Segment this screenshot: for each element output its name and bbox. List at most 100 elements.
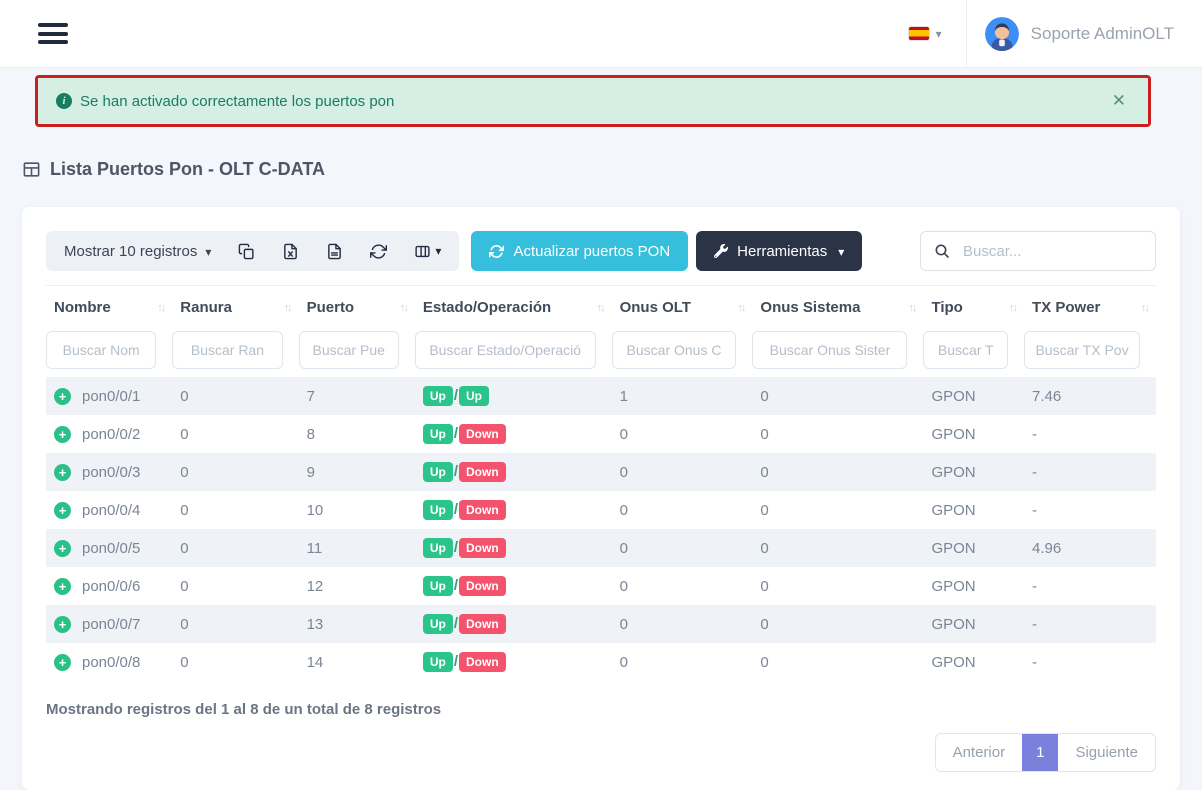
table-toolbar: Mostrar 10 registros: [46, 231, 1156, 271]
update-pon-ports-button[interactable]: Actualizar puertos PON: [471, 231, 688, 271]
copy-icon[interactable]: [238, 243, 255, 260]
sort-icon[interactable]: [157, 302, 164, 314]
user-menu[interactable]: Soporte AdminOLT: [967, 17, 1202, 51]
column-header-ranura[interactable]: Ranura: [172, 286, 298, 328]
filter-input-onus-sistema[interactable]: [752, 331, 907, 369]
filter-input-ranura[interactable]: [172, 331, 282, 369]
cell-tx-power: 7.46: [1024, 377, 1156, 415]
cell-ranura: 0: [172, 453, 298, 491]
column-header-tipo[interactable]: Tipo: [923, 286, 1024, 328]
badge-separator: [454, 463, 458, 480]
cell-tx-power: -: [1024, 567, 1156, 605]
sort-icon[interactable]: [597, 302, 604, 314]
pagination-previous-button[interactable]: Anterior: [936, 734, 1023, 771]
expand-row-icon[interactable]: [54, 464, 71, 481]
column-visibility-button[interactable]: [414, 242, 441, 260]
cell-onus-olt: 0: [612, 529, 753, 567]
cell-estado-operacion: UpDown: [415, 529, 612, 567]
alert-highlight-box: i Se han activado correctamente los puer…: [35, 75, 1151, 127]
cell-puerto: 14: [299, 643, 415, 681]
column-header-nombre[interactable]: Nombre: [46, 286, 172, 328]
cell-puerto: 7: [299, 377, 415, 415]
user-avatar: [985, 17, 1019, 51]
cell-onus-olt: 0: [612, 605, 753, 643]
pagination-next-button[interactable]: Siguiente: [1058, 734, 1155, 771]
filter-input-nombre[interactable]: [46, 331, 156, 369]
export-file-icon[interactable]: [326, 243, 343, 260]
filter-input-tx-power[interactable]: [1024, 331, 1140, 369]
expand-row-icon[interactable]: [54, 426, 71, 443]
cell-onus-sistema: 0: [752, 491, 923, 529]
operacion-badge: Down: [459, 462, 506, 482]
table-row: pon0/0/7013UpDown00GPON-: [46, 605, 1156, 643]
estado-badge: Up: [423, 614, 453, 634]
close-icon[interactable]: [1108, 91, 1130, 111]
cell-onus-sistema: 0: [752, 453, 923, 491]
estado-badge: Up: [423, 500, 453, 520]
tools-dropdown-button[interactable]: Herramientas: [696, 231, 862, 271]
port-name: pon0/0/1: [82, 388, 140, 405]
operacion-badge: Down: [459, 500, 506, 520]
pagination: Anterior 1 Siguiente: [935, 733, 1156, 772]
cell-onus-olt: 0: [612, 453, 753, 491]
sort-icon[interactable]: [908, 302, 915, 314]
cell-tx-power: -: [1024, 415, 1156, 453]
cell-ranura: 0: [172, 415, 298, 453]
column-header-tx-power[interactable]: TX Power: [1024, 286, 1156, 328]
pagination-page-1[interactable]: 1: [1022, 734, 1058, 771]
success-alert: i Se han activado correctamente los puer…: [38, 78, 1148, 124]
badge-separator: [454, 501, 458, 518]
search-input[interactable]: [961, 242, 1142, 261]
cell-onus-sistema: 0: [752, 529, 923, 567]
sort-icon[interactable]: [1009, 302, 1016, 314]
column-header-onus-olt[interactable]: Onus OLT: [612, 286, 753, 328]
column-label: Onus Sistema: [760, 299, 860, 316]
page-length-select[interactable]: Mostrar 10 registros: [64, 243, 211, 260]
table-info: Mostrando registros del 1 al 8 de un tot…: [46, 701, 1156, 718]
cell-tipo: GPON: [923, 453, 1024, 491]
estado-badge: Up: [423, 652, 453, 672]
cell-tipo: GPON: [923, 377, 1024, 415]
refresh-icon[interactable]: [370, 243, 387, 260]
column-header-puerto[interactable]: Puerto: [299, 286, 415, 328]
sort-icon[interactable]: [737, 302, 744, 314]
hamburger-menu-icon[interactable]: [38, 19, 68, 49]
cell-estado-operacion: UpDown: [415, 453, 612, 491]
filter-input-estado-operaci-n[interactable]: [415, 331, 596, 369]
column-header-estado-operaci-n[interactable]: Estado/Operación: [415, 286, 612, 328]
sort-icon[interactable]: [400, 302, 407, 314]
table-row: pon0/0/6012UpDown00GPON-: [46, 567, 1156, 605]
column-label: Estado/Operación: [423, 299, 551, 316]
expand-row-icon[interactable]: [54, 578, 71, 595]
cell-onus-olt: 0: [612, 567, 753, 605]
operacion-badge: Up: [459, 386, 489, 406]
expand-row-icon[interactable]: [54, 502, 71, 519]
cell-puerto: 12: [299, 567, 415, 605]
table-row: pon0/0/107UpUp10GPON7.46: [46, 377, 1156, 415]
cell-puerto: 13: [299, 605, 415, 643]
cell-onus-olt: 1: [612, 377, 753, 415]
estado-badge: Up: [423, 576, 453, 596]
info-icon: i: [56, 93, 72, 109]
sort-icon[interactable]: [284, 302, 291, 314]
cell-tipo: GPON: [923, 643, 1024, 681]
filter-input-onus-olt[interactable]: [612, 331, 737, 369]
operacion-badge: Down: [459, 424, 506, 444]
sort-icon[interactable]: [1141, 302, 1148, 314]
port-name: pon0/0/5: [82, 540, 140, 557]
cell-ranura: 0: [172, 605, 298, 643]
column-header-onus-sistema[interactable]: Onus Sistema: [752, 286, 923, 328]
expand-row-icon[interactable]: [54, 654, 71, 671]
cell-tipo: GPON: [923, 491, 1024, 529]
language-selector[interactable]: [885, 25, 966, 43]
expand-row-icon[interactable]: [54, 540, 71, 557]
export-excel-icon[interactable]: [282, 243, 299, 260]
filter-input-puerto[interactable]: [299, 331, 399, 369]
chevron-down-icon: [838, 243, 844, 260]
wrench-icon: [714, 244, 728, 258]
expand-row-icon[interactable]: [54, 616, 71, 633]
column-label: Puerto: [307, 299, 355, 316]
operacion-badge: Down: [459, 576, 506, 596]
filter-input-tipo[interactable]: [923, 331, 1008, 369]
expand-row-icon[interactable]: [54, 388, 71, 405]
